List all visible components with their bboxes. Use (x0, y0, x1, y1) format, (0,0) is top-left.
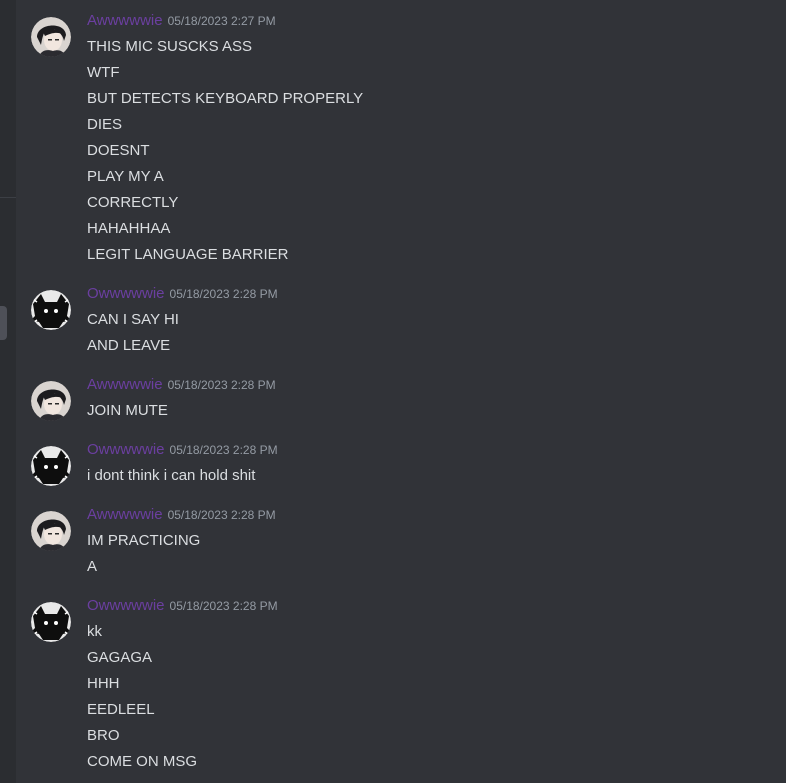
message-text: EEDLEEL (87, 701, 155, 718)
message-text: kk (87, 623, 102, 640)
message-text: WTF (87, 64, 120, 81)
message-text: DIES (87, 116, 123, 133)
message-header: Owwwwwie 05/18/2023 2:28 PM (87, 597, 278, 619)
message-text: CAN I SAY HI (87, 311, 179, 328)
message-header: Owwwwwie 05/18/2023 2:28 PM (87, 441, 278, 463)
chat-window: Awwwwwie 05/18/2023 2:27 PM THIS MIC SUSC… (0, 0, 786, 783)
message-text: THIS MIC SUSCKS ASS (87, 38, 253, 55)
username[interactable]: Owwwwwie (87, 597, 165, 614)
timestamp: 05/18/2023 2:28 PM (167, 378, 276, 392)
timestamp: 05/18/2023 2:28 PM (169, 443, 278, 457)
user-avatar[interactable] (31, 446, 71, 486)
timestamp: 05/18/2023 2:28 PM (169, 287, 278, 301)
message-text: JOIN MUTE (87, 402, 168, 419)
timestamp: 05/18/2023 2:27 PM (167, 14, 276, 28)
message-text: IM PRACTICING (87, 532, 201, 549)
message-list: Awwwwwie 05/18/2023 2:27 PM THIS MIC SUSC… (0, 0, 786, 783)
message-text: A (87, 558, 98, 575)
user-avatar[interactable] (31, 17, 71, 57)
message-text: BRO (87, 727, 120, 744)
message-text: LEGIT LANGUAGE BARRIER (87, 246, 289, 263)
anime-man-avatar-icon (31, 17, 71, 57)
user-avatar[interactable] (31, 602, 71, 642)
message-text: COME ON MSG (87, 753, 198, 770)
user-avatar[interactable] (31, 511, 71, 551)
dark-cat-avatar-icon (31, 290, 71, 330)
message-text: CORRECTLY (87, 194, 179, 211)
message-text: AND LEAVE (87, 337, 171, 354)
timestamp: 05/18/2023 2:28 PM (167, 508, 276, 522)
username[interactable]: Owwwwwie (87, 285, 165, 302)
message-text: GAGAGA (87, 649, 153, 666)
username[interactable]: Awwwwwie (87, 12, 163, 29)
message-header: Awwwwwie 05/18/2023 2:28 PM (87, 376, 276, 398)
username[interactable]: Awwwwwie (87, 506, 163, 523)
message-text: DOESNT (87, 142, 150, 159)
message-header: Awwwwwie 05/18/2023 2:28 PM (87, 506, 276, 528)
username[interactable]: Owwwwwie (87, 441, 165, 458)
message-text: HHH (87, 675, 120, 692)
message-text: i dont think i can hold shit (87, 467, 256, 484)
anime-man-avatar-icon (31, 381, 71, 421)
message-text: BUT DETECTS KEYBOARD PROPERLY (87, 90, 364, 107)
message-text: HAHAHHAA (87, 220, 171, 237)
message-header: Awwwwwie 05/18/2023 2:27 PM (87, 12, 276, 34)
user-avatar[interactable] (31, 290, 71, 330)
message-text: PLAY MY A (87, 168, 164, 185)
dark-cat-avatar-icon (31, 446, 71, 486)
message-header: Owwwwwie 05/18/2023 2:28 PM (87, 285, 278, 307)
user-avatar[interactable] (31, 381, 71, 421)
dark-cat-avatar-icon (31, 602, 71, 642)
username[interactable]: Awwwwwie (87, 376, 163, 393)
anime-man-avatar-icon (31, 511, 71, 551)
timestamp: 05/18/2023 2:28 PM (169, 599, 278, 613)
